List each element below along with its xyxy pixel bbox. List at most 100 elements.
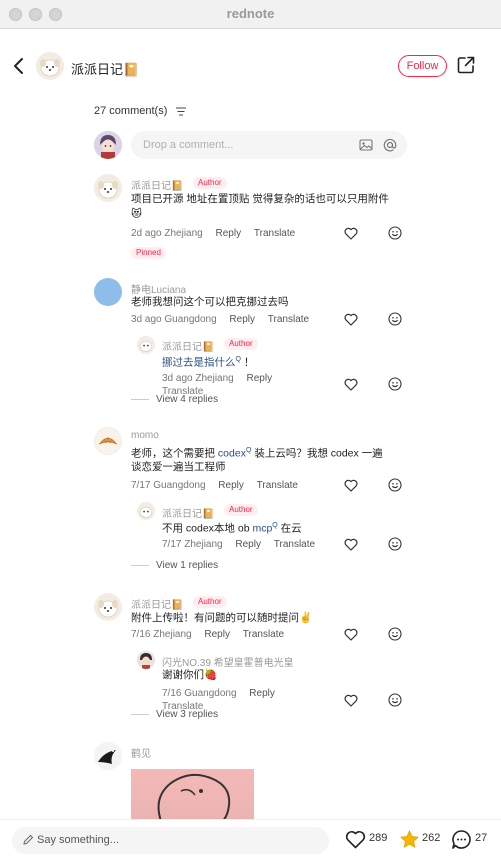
reply-text-part: 在云 [277, 522, 302, 535]
share-icon[interactable] [457, 56, 475, 74]
heart-icon[interactable] [344, 479, 358, 492]
reply-text: 不用 codex本地 ob mcpQ 在云 [162, 518, 302, 537]
reply-username[interactable]: 派派日记📔 [162, 338, 214, 353]
view-replies-button[interactable]: View 3 replies [131, 709, 218, 720]
comment-text: 项目已开源 地址在置顶贴 觉得复杂的话也可以只用附件 [131, 193, 389, 205]
heart-icon[interactable] [344, 694, 358, 707]
reply-text-link[interactable]: 挪过去是指什么 [162, 357, 236, 369]
reply-button[interactable]: Reply [216, 228, 242, 239]
comment-input[interactable]: Drop a comment... [131, 131, 407, 159]
view-replies-button[interactable]: View 1 replies [131, 560, 218, 571]
translate-button[interactable]: Translate [254, 228, 295, 239]
reply-date-location: 7/16 Guangdong [162, 688, 237, 699]
comment-date-location: 3d ago Guangdong [131, 314, 217, 325]
dog-avatar-icon [94, 174, 122, 202]
translate-button[interactable]: Translate [274, 539, 315, 550]
reply-button[interactable]: Reply [247, 373, 273, 384]
emoji-reaction-icon[interactable] [388, 377, 402, 391]
comment-meta: 7/17 Guangdong Reply Translate [131, 480, 298, 491]
reply-button[interactable]: Reply [235, 539, 261, 550]
author-badge: Author [224, 338, 258, 350]
dog-avatar-icon [139, 340, 153, 352]
translate-button[interactable]: Translate [243, 629, 284, 640]
reply-button[interactable]: Reply [218, 480, 244, 491]
comment-username[interactable]: momo [131, 430, 159, 441]
comment-text-part: 装上云吗？我想 codex 一遍 [251, 447, 383, 460]
comment-avatar[interactable] [94, 593, 122, 621]
pencil-icon [23, 834, 34, 845]
comment-avatar[interactable] [94, 278, 122, 306]
reply-text: 谢谢你们🍓 [162, 669, 218, 681]
comment-meta: 3d ago Guangdong Reply Translate [131, 314, 309, 325]
reply-avatar[interactable] [137, 651, 155, 669]
reply-meta: 3d ago Zhejiang Reply [162, 373, 272, 384]
comment-photo[interactable] [131, 769, 254, 821]
emoji-reaction-icon[interactable] [388, 312, 402, 326]
reply-text-link[interactable]: mcp [252, 523, 272, 535]
comment-text-line2: 谈恋爱一遍当工程师 [131, 461, 226, 473]
comment-count: 27 comment(s) [94, 105, 168, 117]
reply-avatar[interactable] [137, 502, 155, 520]
comment-date-location: 2d ago Zhejiang [131, 228, 203, 239]
reply-avatar[interactable] [137, 336, 155, 354]
anime-avatar-icon [140, 653, 152, 669]
say-something-placeholder: Say something... [37, 834, 119, 846]
like-heart-icon[interactable] [345, 830, 366, 849]
comment-date-location: 7/17 Guangdong [131, 480, 206, 491]
author-badge: Author [193, 177, 227, 189]
reply-text-part: 不用 codex本地 ob [162, 522, 253, 535]
heart-icon[interactable] [344, 227, 358, 240]
say-something-input[interactable]: Say something... [12, 827, 329, 854]
heart-icon[interactable] [344, 378, 358, 391]
heart-icon[interactable] [344, 538, 358, 551]
emoji-reaction-icon[interactable] [388, 627, 402, 641]
view-replies-button[interactable]: View 4 replies [131, 394, 218, 405]
comment-text-link[interactable]: codex [218, 448, 246, 460]
comment-username[interactable]: 鹤见 [131, 745, 151, 760]
sort-filter-icon[interactable] [176, 107, 186, 116]
reply-button[interactable]: Reply [204, 629, 230, 640]
comment-avatar[interactable] [94, 174, 122, 202]
stars-count: 262 [422, 832, 441, 844]
mention-icon[interactable] [383, 138, 397, 152]
elephant-drawing-image [157, 773, 231, 821]
comment-date-location: 7/16 Zhejiang [131, 629, 192, 640]
emoji-reaction-icon[interactable] [388, 226, 402, 240]
author-badge: Author [224, 504, 258, 516]
emoji-reaction-icon[interactable] [388, 478, 402, 492]
comment-bubble-icon[interactable] [451, 829, 472, 850]
comment-text: 老师我想问这个可以把克挪过去吗 [131, 296, 289, 308]
comment-username[interactable]: 派派日记📔 [131, 596, 183, 611]
comment-avatar[interactable] [94, 742, 122, 770]
comment-text: 附件上传啦！有问题的可以随时提问✌️ [131, 612, 313, 624]
emoji-reaction-icon[interactable] [388, 693, 402, 707]
back-arrow-icon[interactable] [12, 56, 26, 76]
translate-button[interactable]: Translate [268, 314, 309, 325]
comments-count: 27 [475, 832, 488, 844]
heart-icon[interactable] [344, 313, 358, 326]
author-name[interactable]: 派派日记📔 [71, 59, 139, 78]
follow-button[interactable]: Follow [398, 55, 447, 77]
comment-avatar[interactable] [94, 427, 122, 455]
translate-button[interactable]: Translate [257, 480, 298, 491]
reply-date-location: 3d ago Zhejiang [162, 373, 234, 384]
image-icon[interactable] [359, 138, 373, 152]
bird-avatar-icon [94, 742, 122, 770]
emoji-reaction-icon[interactable] [388, 537, 402, 551]
reply-meta: 7/17 Zhejiang Reply Translate [162, 539, 315, 550]
star-collect-icon[interactable] [399, 829, 420, 850]
reply-text-suffix: ！ [243, 356, 255, 369]
dog-avatar-icon [139, 506, 153, 518]
reply-button[interactable]: Reply [229, 314, 255, 325]
comment-text-part: 老师，这个需要把 [131, 447, 218, 460]
reply-date-location: 7/17 Zhejiang [162, 539, 223, 550]
reply-button[interactable]: Reply [249, 688, 275, 699]
heart-icon[interactable] [344, 628, 358, 641]
search-link-icon: Q [235, 356, 241, 363]
author-avatar[interactable] [36, 52, 64, 80]
likes-count: 289 [369, 832, 388, 844]
comment-username[interactable]: 派派日记📔 [131, 177, 183, 192]
reply-meta: 7/16 Guangdong Reply [162, 688, 275, 699]
bottom-bar: Say something... 289 262 27 [0, 819, 501, 859]
comment-text-line2: 😻 [131, 208, 142, 220]
